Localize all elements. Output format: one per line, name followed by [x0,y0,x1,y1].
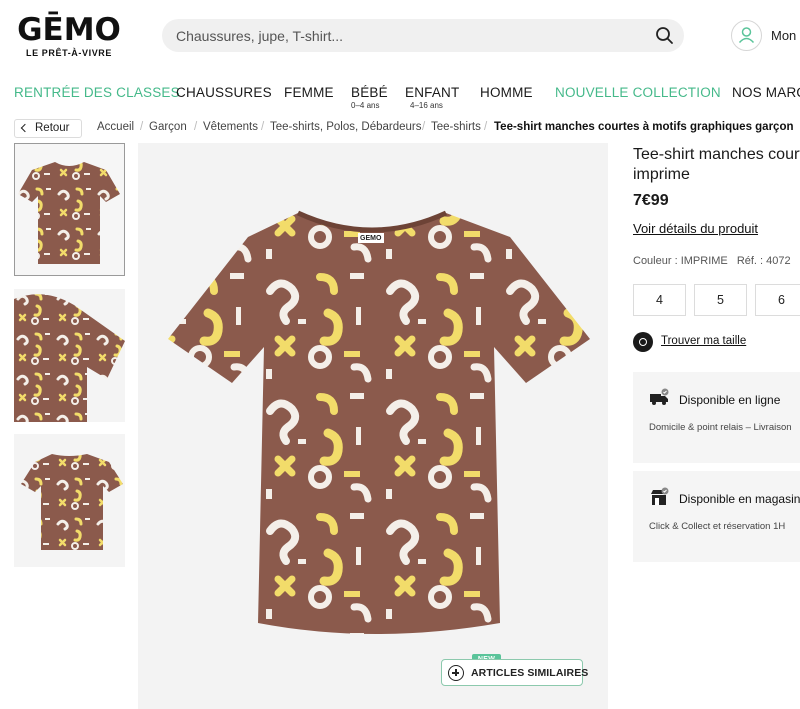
sleeve-closeup-image [14,294,125,422]
nav-item-nos-marques[interactable]: NOS MARQ [732,85,800,100]
breadcrumb-separator: / [261,121,265,133]
tshirt-main-image [168,210,590,634]
nav-item-bebe[interactable]: BÉBÉ [351,85,388,100]
product-title: Tee-shirt manches courtes imprime [633,146,800,183]
store-icon [649,487,671,507]
breadcrumb-item[interactable]: Garçon [149,121,187,133]
availability-store-subtitle: Click & Collect et réservation 1H [649,521,786,532]
breadcrumb-separator: / [422,121,426,133]
tshirt-back-image [21,454,123,550]
back-label: Retour [35,122,70,134]
find-size-label: Trouver ma taille [661,335,747,347]
account-label: Mon [771,28,797,43]
product-price: 7€99 [633,192,669,209]
nav-item-femme[interactable]: FEMME [284,85,334,100]
availability-online-subtitle: Domicile & point relais – Livraison [649,422,792,433]
gemo-logo[interactable]: GĒMO LE PRÊT-À-VIVRE [14,14,124,58]
color-label: Couleur : IMPRIME [633,255,728,267]
chevron-left-icon [20,123,30,133]
account-button[interactable]: Mon [731,20,800,52]
nav-sub-enfant: 4–16 ans [410,101,443,110]
nav-item-nouvelle-collection[interactable]: NOUVELLE COLLECTION [555,85,721,100]
search-bar [162,19,684,52]
availability-store-title: Disponible en magasin [679,492,800,506]
breadcrumb-item[interactable]: Tee-shirts [431,121,481,133]
plus-circle-icon [448,665,464,681]
nav-sub-bebe: 0–4 ans [351,101,380,110]
size-option[interactable]: 5 [694,284,747,316]
nav-item-enfant[interactable]: ENFANT [405,85,459,100]
logo-tagline: LE PRÊT-À-VIVRE [25,48,112,58]
similar-articles-button[interactable]: ARTICLES SIMILAIRES [441,659,588,686]
search-icon[interactable] [654,25,676,47]
thumbnail-front[interactable] [14,143,125,276]
nav-item-homme[interactable]: HOMME [480,85,533,100]
product-meta: Couleur : IMPRIME Réf. : 4072 [633,255,791,267]
size-option[interactable]: 6 [755,284,800,316]
breadcrumb-separator: / [194,121,198,133]
neck-label: GEMO [360,235,382,242]
back-button[interactable]: Retour [14,119,82,138]
breadcrumb-item[interactable]: Accueil [97,121,134,133]
nav-item-chaussures[interactable]: CHAUSSURES [176,85,272,100]
availability-store: Disponible en magasin Click & Collect et… [633,471,800,562]
similar-articles-label: ARTICLES SIMILAIRES [471,667,589,679]
search-input[interactable] [176,19,636,52]
availability-online-title: Disponible en ligne [679,393,781,407]
reference-label: Réf. : 4072 [736,255,791,267]
delivery-truck-icon [649,388,671,408]
breadcrumb-item[interactable]: Vêtements [203,121,258,133]
thumbnail-sleeve[interactable] [14,289,125,422]
main-nav: RENTRÉE DES CLASSES CHAUSSURES FEMME BÉB… [0,78,800,114]
tshirt-thumbnail-image [18,162,120,264]
product-details-link[interactable]: Voir détails du produit [633,221,758,236]
availability-online: Disponible en ligne Domicile & point rel… [633,372,800,463]
breadcrumb: Retour Accueil / Garçon / Vêtements / Te… [14,119,800,139]
product-main-image[interactable]: GEMO [138,143,608,709]
logo-wordmark: GĒMO [17,12,121,48]
size-guide-icon [633,332,653,352]
breadcrumb-separator: / [484,121,488,133]
user-icon [731,20,762,51]
breadcrumb-item[interactable]: Tee-shirts, Polos, Débardeurs [270,121,421,133]
breadcrumb-current: Tee-shirt manches courtes à motifs graph… [494,121,794,133]
size-option[interactable]: 4 [633,284,686,316]
thumbnail-back[interactable] [14,434,125,567]
breadcrumb-separator: / [140,121,144,133]
site-header: GĒMO LE PRÊT-À-VIVRE Mon [0,0,800,70]
nav-item-rentree[interactable]: RENTRÉE DES CLASSES [14,85,180,100]
